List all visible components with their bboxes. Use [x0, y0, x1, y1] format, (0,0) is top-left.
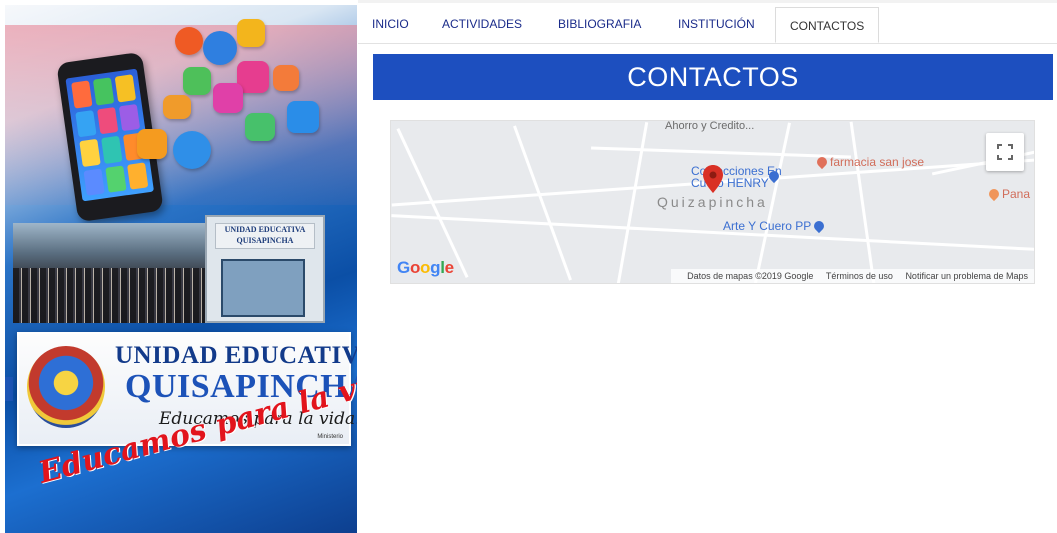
building-sign: UNIDAD EDUCATIVA QUISAPINCHA	[215, 223, 315, 249]
tab-institucion[interactable]: INSTITUCIÓN	[678, 17, 755, 31]
main-nav: INICIO ACTIVIDADES BIBLIOGRAFIA INSTITUC…	[358, 3, 1057, 44]
food-pin-icon	[986, 186, 1002, 202]
ministerio-logo: Ministerio	[317, 434, 343, 440]
settings-app-icon	[237, 19, 265, 47]
poi-pana[interactable]: Pana	[986, 186, 1030, 202]
map-road	[849, 121, 876, 283]
percent-app-icon	[287, 101, 319, 133]
map-town-label: Quizapincha	[657, 194, 768, 210]
school-building-photo: UNIDAD EDUCATIVA QUISAPINCHA	[205, 215, 325, 323]
map-terms-link[interactable]: Términos de uso	[826, 271, 893, 281]
logo-line-1: UNIDAD EDUCATIVA	[115, 342, 357, 369]
map-road	[616, 121, 649, 283]
cart-app-icon	[245, 113, 275, 141]
tab-actividades[interactable]: ACTIVIDADES	[442, 17, 522, 31]
map-footer: Datos de mapas ©2019 Google Términos de …	[671, 269, 1034, 283]
pin-icon	[814, 154, 830, 170]
map-road	[391, 214, 1034, 251]
map-road	[591, 146, 851, 159]
info-app-icon	[175, 27, 203, 55]
school-crest-icon	[27, 346, 105, 428]
tab-bibliografia[interactable]: BIBLIOGRAFIA	[558, 17, 641, 31]
poi-arte-cuero[interactable]: Arte Y Cuero PP	[723, 218, 827, 234]
building-board	[221, 259, 305, 317]
tab-contactos[interactable]: CONTACTOS	[775, 7, 880, 43]
globe-app-icon	[203, 31, 237, 65]
map-data-credit: Datos de mapas ©2019 Google	[687, 271, 814, 281]
target-app-icon	[173, 131, 211, 169]
page-title: CONTACTOS	[627, 61, 799, 92]
school-banner: UNIDAD EDUCATIVA QUISAPINCHA UNIDAD EDUC…	[5, 5, 357, 533]
banner-side-tab	[5, 377, 13, 401]
check-app-icon	[183, 67, 211, 95]
lock-app-icon	[273, 65, 299, 91]
map-road	[513, 125, 572, 281]
page-header: CONTACTOS	[373, 54, 1053, 100]
fullscreen-icon	[997, 144, 1013, 160]
tab-inicio[interactable]: INICIO	[372, 17, 409, 31]
students-photo	[13, 223, 208, 323]
fullscreen-button[interactable]	[986, 133, 1024, 171]
map-report-link[interactable]: Notificar un problema de Maps	[905, 271, 1028, 281]
google-logo[interactable]: Google	[397, 258, 454, 278]
location-marker-icon[interactable]	[703, 165, 723, 193]
rss-app-icon	[137, 129, 167, 159]
mail-app-icon	[163, 95, 191, 119]
music-app-icon	[213, 83, 243, 113]
map-label-ahorro: Ahorro y Credito...	[665, 120, 755, 132]
poi-farmacia[interactable]: farmacia san jose	[814, 154, 924, 170]
google-map[interactable]: Ahorro y Credito... Quizapincha farmacia…	[390, 120, 1035, 284]
shop-pin-icon	[812, 218, 827, 234]
